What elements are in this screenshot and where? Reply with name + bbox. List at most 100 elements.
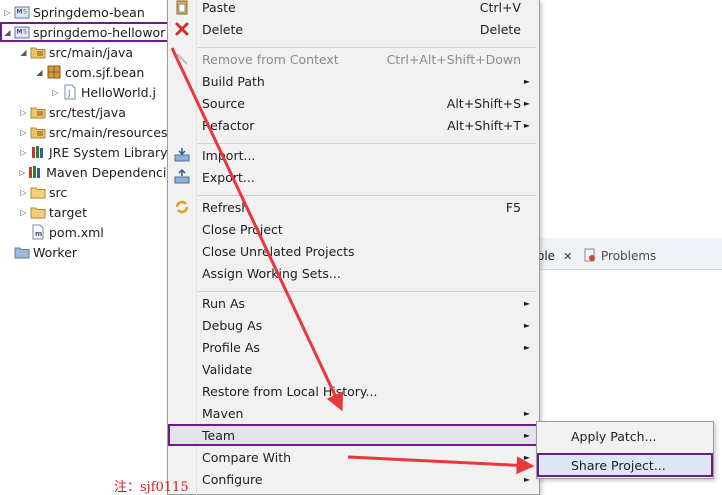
submenu-arrow-icon: ►: [523, 298, 530, 308]
menu-item-refactor[interactable]: Refactor Alt+Shift+T ►: [168, 114, 539, 136]
delete-icon: [174, 21, 190, 37]
menu-item-close-unrelated-projects[interactable]: Close Unrelated Projects: [168, 240, 539, 262]
submenu-arrow-icon: ►: [523, 76, 530, 86]
menu-item-import[interactable]: Import...: [168, 144, 539, 166]
menu-item-label: Close Project: [202, 221, 283, 237]
submenu-arrow-icon: ►: [523, 320, 530, 330]
submenu-item-apply-patch[interactable]: Apply Patch...: [537, 424, 713, 448]
tree-item-label: JRE System Library: [49, 144, 168, 160]
tree-item-label: Springdemo-bean: [33, 4, 145, 20]
author-note: 注：sjf0115: [114, 480, 189, 495]
source-folder-icon: [30, 124, 46, 140]
collapsed-arrow-icon[interactable]: ▷: [3, 8, 12, 17]
working-set-icon: [14, 244, 30, 260]
menu-item-label: Paste: [202, 0, 236, 15]
tree-item[interactable]: m pom.xml: [0, 222, 170, 242]
menu-item-shortcut: Delete: [479, 21, 521, 37]
menu-item-remove-from-context: Remove from Context Ctrl+Alt+Shift+Down: [168, 48, 539, 70]
submenu-item-label: Apply Patch...: [571, 428, 657, 444]
menu-item-build-path[interactable]: Build Path ►: [168, 70, 539, 92]
collapsed-arrow-icon[interactable]: ▷: [19, 128, 28, 137]
menu-item-team[interactable]: Team ►: [168, 424, 539, 446]
svg-text:M: M: [17, 29, 23, 36]
menu-item-source[interactable]: Source Alt+Shift+S ►: [168, 92, 539, 114]
menu-item-delete[interactable]: Delete Delete: [168, 18, 539, 40]
problems-icon: [583, 248, 597, 265]
tree-item[interactable]: ▷ src/main/resources: [0, 122, 170, 142]
collapsed-arrow-icon[interactable]: ▷: [19, 108, 28, 117]
collapsed-arrow-icon[interactable]: ▷: [19, 188, 28, 197]
tree-item-label: src: [49, 184, 68, 200]
maven-project-icon: MS: [14, 24, 30, 40]
menu-item-label: Refresh: [202, 199, 250, 215]
folder-icon: [30, 204, 46, 220]
tab-problems[interactable]: Problems: [583, 244, 656, 268]
maven-project-icon: MS: [14, 4, 30, 20]
menu-item-label: Delete: [202, 21, 244, 37]
tree-item[interactable]: ▷ src: [0, 182, 170, 202]
tree-item[interactable]: ▷ JRE System Library: [0, 142, 170, 162]
svg-text:M: M: [17, 9, 23, 16]
xml-file-icon: m: [30, 224, 46, 240]
collapsed-arrow-icon[interactable]: ▷: [19, 168, 25, 177]
tree-item[interactable]: ◢ com.sjf.bean: [0, 62, 170, 82]
tree-item-label: src/main/java: [49, 44, 134, 60]
close-icon[interactable]: ✕: [563, 250, 572, 263]
menu-item-shortcut: Ctrl+Alt+Shift+Down: [386, 51, 521, 67]
menu-item-run-as[interactable]: Run As ►: [168, 292, 539, 314]
tab-console[interactable]: ole ✕: [535, 244, 572, 268]
tree-item-label: com.sjf.bean: [65, 64, 145, 80]
menu-item-label: Configure: [202, 471, 263, 487]
expanded-arrow-icon[interactable]: ◢: [19, 48, 28, 57]
team-submenu: Apply Patch... Share Project...: [536, 421, 714, 479]
tree-item[interactable]: ◢ src/main/java: [0, 42, 170, 62]
tree-item-label: Maven Dependencie: [46, 164, 170, 180]
remove-context-icon: [174, 51, 190, 67]
menu-item-shortcut: F5: [505, 199, 521, 215]
tree-item[interactable]: ▷ J HelloWorld.j: [0, 82, 170, 102]
tree-item[interactable]: ▷ Maven Dependencie: [0, 162, 170, 182]
menu-item-maven[interactable]: Maven ►: [168, 402, 539, 424]
collapsed-arrow-icon[interactable]: ▷: [51, 88, 60, 97]
java-file-icon: J: [62, 84, 78, 100]
menu-item-label: Export...: [202, 169, 255, 185]
menu-item-label: Debug As: [202, 317, 263, 333]
menu-item-configure[interactable]: Configure ►: [168, 468, 539, 490]
collapsed-arrow-icon[interactable]: ▷: [19, 148, 28, 157]
svg-text:m: m: [35, 230, 42, 238]
submenu-arrow-icon: ►: [523, 452, 530, 462]
expanded-arrow-icon[interactable]: ◢: [3, 28, 12, 37]
tree-item[interactable]: ▷ target: [0, 202, 170, 222]
collapsed-arrow-icon[interactable]: ▷: [19, 208, 28, 217]
menu-item-label: Close Unrelated Projects: [202, 243, 355, 259]
menu-item-compare-with[interactable]: Compare With ►: [168, 446, 539, 468]
tree-item-label: springdemo-hellowor: [33, 24, 166, 40]
tree-item-label: pom.xml: [49, 224, 104, 240]
menu-item-label: Maven: [202, 405, 244, 421]
submenu-item-share-project[interactable]: Share Project...: [537, 453, 713, 477]
menu-item-export[interactable]: Export...: [168, 166, 539, 188]
submenu-arrow-icon: ►: [523, 342, 530, 352]
submenu-arrow-icon: ►: [523, 430, 530, 440]
menu-item-validate[interactable]: Validate: [168, 358, 539, 380]
menu-item-label: Import...: [202, 147, 256, 163]
tree-item[interactable]: Worker: [0, 242, 170, 262]
tree-item[interactable]: ◢ M Sspringdemo-hellowor: [0, 22, 170, 42]
tree-item[interactable]: ▷ M S Springdemo-bean: [0, 2, 170, 22]
menu-item-close-project[interactable]: Close Project: [168, 218, 539, 240]
menu-item-paste[interactable]: Paste Ctrl+V: [168, 0, 539, 18]
menu-item-assign-working-sets[interactable]: Assign Working Sets...: [168, 262, 539, 284]
import-icon: [174, 147, 190, 163]
tab-problems-label: Problems: [601, 249, 657, 263]
svg-text:S: S: [23, 29, 27, 36]
tree-item[interactable]: ▷ src/test/java: [0, 102, 170, 122]
editor-tab-bar: ole ✕ Problems: [535, 238, 722, 270]
submenu-arrow-icon: ►: [523, 408, 530, 418]
menu-item-profile-as[interactable]: Profile As ►: [168, 336, 539, 358]
source-folder-icon: [30, 104, 46, 120]
menu-item-debug-as[interactable]: Debug As ►: [168, 314, 539, 336]
expanded-arrow-icon[interactable]: ◢: [35, 68, 44, 77]
menu-item-restore-from-local-history[interactable]: Restore from Local History...: [168, 380, 539, 402]
menu-item-refresh[interactable]: Refresh F5: [168, 196, 539, 218]
menu-item-label: Compare With: [202, 449, 292, 465]
